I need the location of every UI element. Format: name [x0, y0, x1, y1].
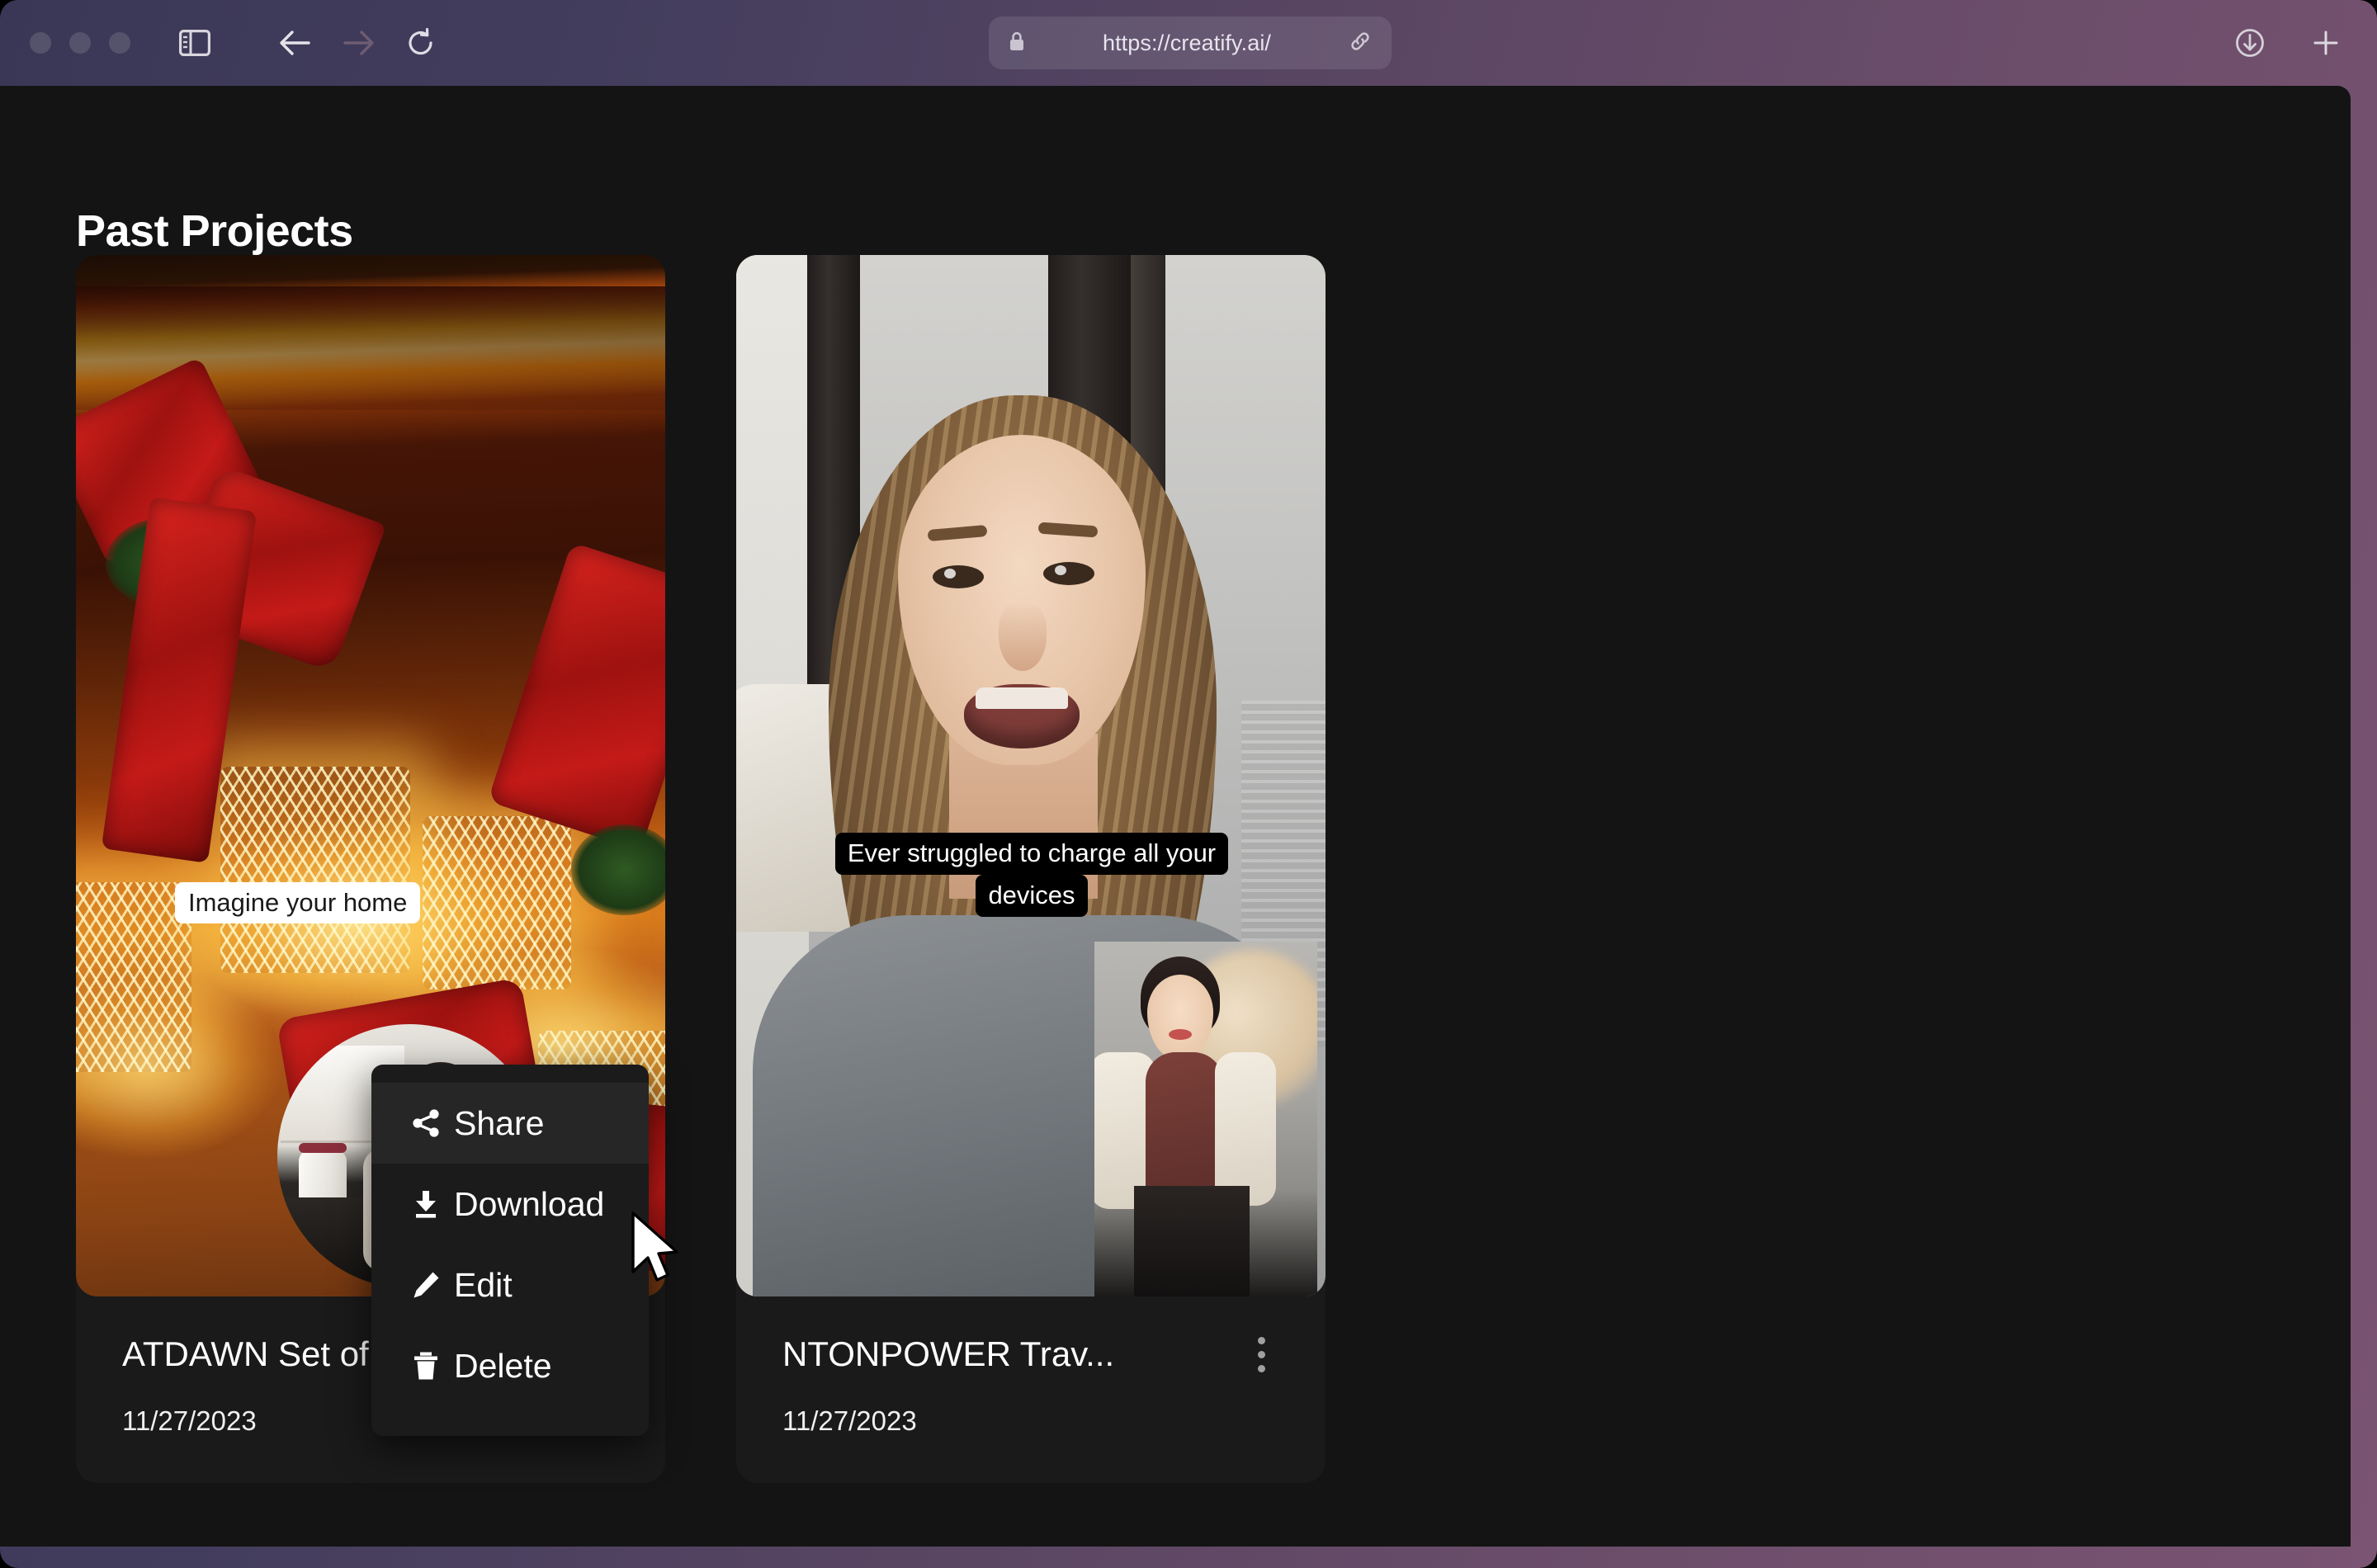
- menu-item-label: Delete: [454, 1346, 552, 1385]
- close-window-button[interactable]: [30, 32, 51, 54]
- project-context-menu[interactable]: Share Download Edit Delete: [371, 1065, 649, 1436]
- sidebar-toggle-icon[interactable]: [172, 20, 218, 66]
- download-icon: [408, 1186, 444, 1222]
- back-arrow-icon[interactable]: [272, 20, 319, 66]
- url-text: https://creatify.ai/: [1102, 30, 1272, 55]
- plus-icon[interactable]: [2303, 20, 2349, 66]
- browser-toolbar: https://creatify.ai/: [0, 0, 2377, 86]
- avatar-overlay: [1094, 942, 1317, 1296]
- pencil-icon: [408, 1267, 444, 1303]
- browser-window: https://creatify.ai/ Past Projects Imagi…: [0, 0, 2377, 1568]
- dot: [1257, 1336, 1265, 1344]
- card-title-row: NTONPOWER Trav...: [782, 1329, 1279, 1379]
- thumbnail-caption: Ever struggled to charge all your device…: [794, 833, 1269, 917]
- dot: [1257, 1350, 1265, 1358]
- menu-item-label: Share: [454, 1103, 545, 1142]
- lock-icon: [1009, 31, 1025, 56]
- project-thumbnail[interactable]: Ever struggled to charge all your device…: [736, 255, 1326, 1296]
- maximize-window-button[interactable]: [109, 32, 130, 54]
- dot: [1257, 1364, 1265, 1372]
- card-footer: NTONPOWER Trav... 11/27/2023: [736, 1296, 1326, 1483]
- menu-item-delete[interactable]: Delete: [371, 1325, 649, 1406]
- forward-arrow-icon: [335, 20, 381, 66]
- address-bar[interactable]: https://creatify.ai/: [989, 17, 1392, 69]
- menu-item-edit[interactable]: Edit: [371, 1244, 649, 1325]
- minimize-window-button[interactable]: [69, 32, 91, 54]
- project-date: 11/27/2023: [782, 1405, 917, 1436]
- menu-item-download[interactable]: Download: [371, 1164, 649, 1244]
- thumbnail-caption: Imagine your home: [175, 882, 421, 923]
- project-card[interactable]: Ever struggled to charge all your device…: [736, 255, 1326, 1483]
- project-options-button[interactable]: [1243, 1329, 1279, 1379]
- caption-line-1: Ever struggled to charge all your: [834, 833, 1229, 876]
- share-icon: [408, 1105, 444, 1141]
- project-grid: Imagine your home ATDAWN Set of 3 L... 1…: [76, 255, 1326, 1483]
- project-title: NTONPOWER Trav...: [782, 1334, 1115, 1373]
- link-icon[interactable]: [1349, 30, 1372, 57]
- window-traffic-lights: [30, 32, 130, 54]
- caption-line-2: devices: [976, 875, 1088, 917]
- menu-item-share[interactable]: Share: [371, 1083, 649, 1164]
- downloads-icon[interactable]: [2227, 20, 2273, 66]
- menu-item-label: Download: [454, 1184, 605, 1223]
- page-title: Past Projects: [76, 206, 353, 256]
- toolbar-right-group: [2227, 0, 2349, 86]
- menu-item-label: Edit: [454, 1265, 513, 1304]
- trash-icon: [408, 1348, 444, 1384]
- reload-icon[interactable]: [398, 20, 444, 66]
- page-viewport: Past Projects Imagine your home ATDAWN S…: [0, 86, 2351, 1547]
